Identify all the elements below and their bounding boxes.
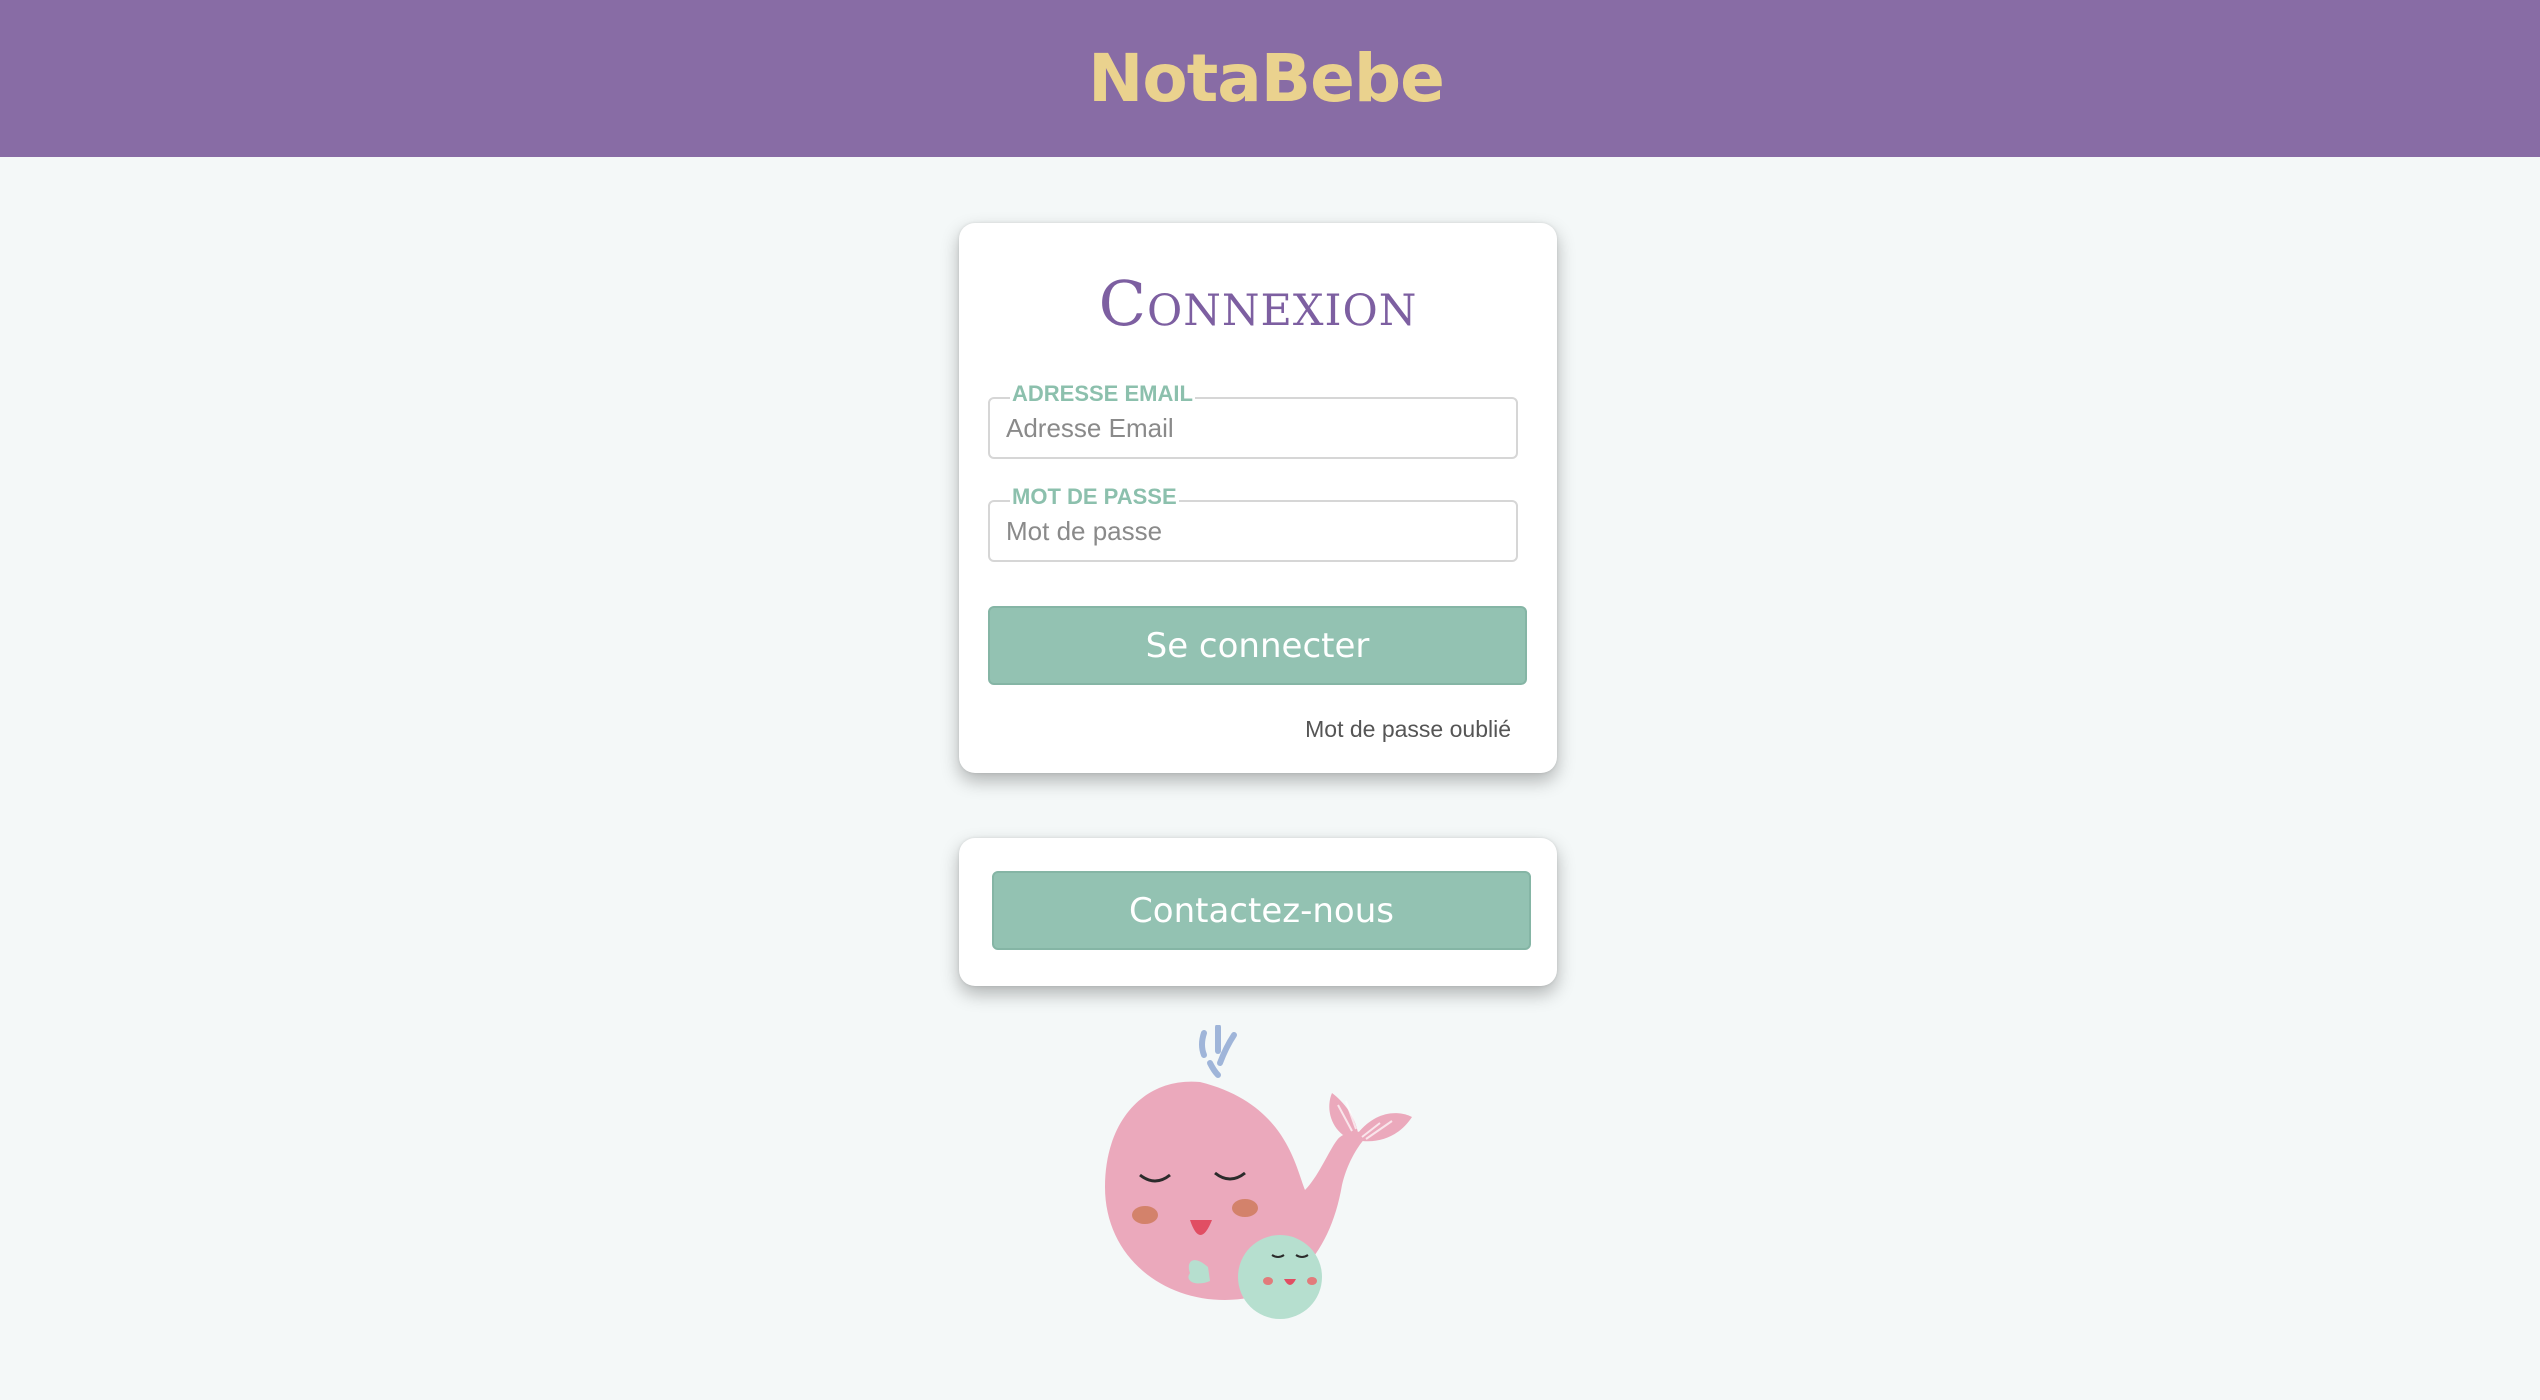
water-spout-icon — [1199, 1025, 1237, 1078]
password-input[interactable] — [1006, 515, 1496, 547]
contact-button[interactable]: Contactez-nous — [992, 871, 1531, 950]
login-button[interactable]: Se connecter — [988, 606, 1527, 685]
top-header: NotaBebe — [0, 0, 2540, 157]
email-label: ADRESSE EMAIL — [1010, 381, 1195, 406]
password-field[interactable]: MOT DE PASSE — [988, 486, 1518, 562]
email-input[interactable] — [1006, 412, 1496, 444]
login-title: Connexion — [1098, 267, 1418, 340]
whale-mother-baby-icon — [1105, 1025, 1412, 1319]
forgot-password-link[interactable]: Mot de passe oublié — [1305, 716, 1511, 743]
email-field[interactable]: ADRESSE EMAIL — [988, 383, 1518, 459]
contact-card: Contactez-nous — [959, 838, 1557, 986]
brand-logo[interactable]: NotaBebe — [1088, 40, 1445, 117]
password-label: MOT DE PASSE — [1010, 484, 1179, 509]
login-card: Connexion ADRESSE EMAIL MOT DE PASSE Se … — [959, 223, 1557, 773]
